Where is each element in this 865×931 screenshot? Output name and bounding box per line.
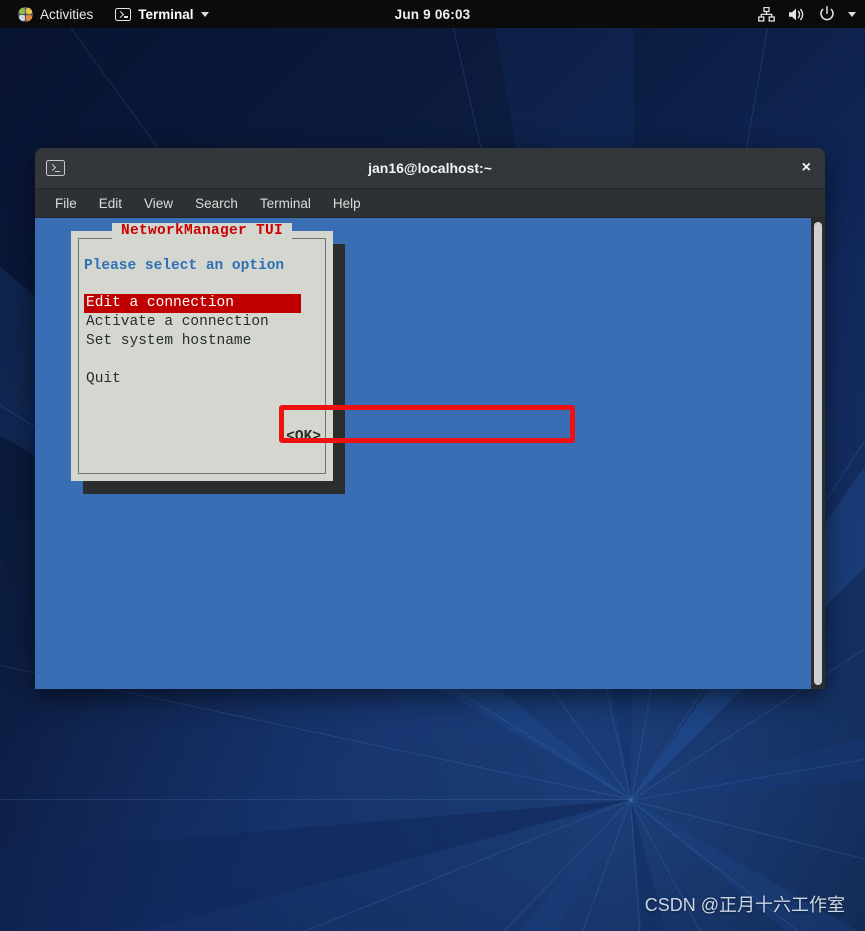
menu-item-help[interactable]: Help (325, 193, 369, 214)
screen-root: Activities Terminal Jun 9 06:03 (0, 0, 865, 931)
menu-item-terminal[interactable]: Terminal (252, 193, 319, 214)
terminal-content-area: NetworkManager TUI Please select an opti… (35, 218, 825, 689)
networkmanager-tui-dialog: NetworkManager TUI Please select an opti… (71, 231, 333, 481)
top-bar-left-group: Activities Terminal (0, 4, 217, 25)
gnome-activities-icon (18, 7, 33, 22)
power-icon (819, 6, 835, 22)
dialog-title-text: NetworkManager TUI (112, 223, 292, 239)
ok-button[interactable]: <OK> (286, 428, 321, 447)
window-titlebar[interactable]: jan16@localhost:~ × (35, 148, 825, 189)
option-activate-a-connection[interactable]: Activate a connection (84, 313, 323, 332)
activities-label: Activities (40, 7, 93, 22)
menu-item-edit[interactable]: Edit (91, 193, 130, 214)
terminal-window: jan16@localhost:~ × File Edit View Searc… (35, 148, 825, 689)
app-menu-button[interactable]: Terminal (107, 4, 216, 25)
option-spacer (84, 351, 323, 370)
close-icon[interactable]: × (802, 160, 811, 176)
chevron-down-icon (201, 12, 209, 17)
option-set-system-hostname[interactable]: Set system hostname (84, 332, 323, 351)
terminal-icon (46, 160, 65, 176)
option-quit[interactable]: Quit (84, 370, 323, 389)
terminal-screen[interactable]: NetworkManager TUI Please select an opti… (35, 218, 811, 689)
chevron-down-icon (848, 12, 856, 17)
option-edit-a-connection[interactable]: Edit a connection (84, 294, 301, 313)
menu-bar: File Edit View Search Terminal Help (35, 189, 825, 218)
app-menu-label: Terminal (138, 7, 193, 22)
gnome-top-bar: Activities Terminal Jun 9 06:03 (0, 0, 865, 28)
dialog-prompt: Please select an option (84, 257, 323, 276)
activities-button[interactable]: Activities (10, 4, 101, 25)
menu-item-view[interactable]: View (136, 193, 181, 214)
dialog-body: Please select an option Edit a connectio… (84, 257, 323, 389)
wired-network-icon (758, 7, 775, 22)
system-status-area[interactable] (758, 6, 856, 22)
menu-item-search[interactable]: Search (187, 193, 246, 214)
volume-icon (788, 7, 806, 22)
scrollbar-thumb[interactable] (814, 222, 822, 685)
terminal-scrollbar[interactable] (811, 218, 825, 689)
menu-item-file[interactable]: File (47, 193, 85, 214)
watermark: CSDN @正月十六工作室 (645, 891, 845, 917)
terminal-icon (115, 8, 131, 21)
window-title: jan16@localhost:~ (35, 160, 825, 176)
wallpaper-ray (0, 799, 631, 800)
option-list[interactable]: Edit a connection Activate a connection … (84, 294, 323, 389)
